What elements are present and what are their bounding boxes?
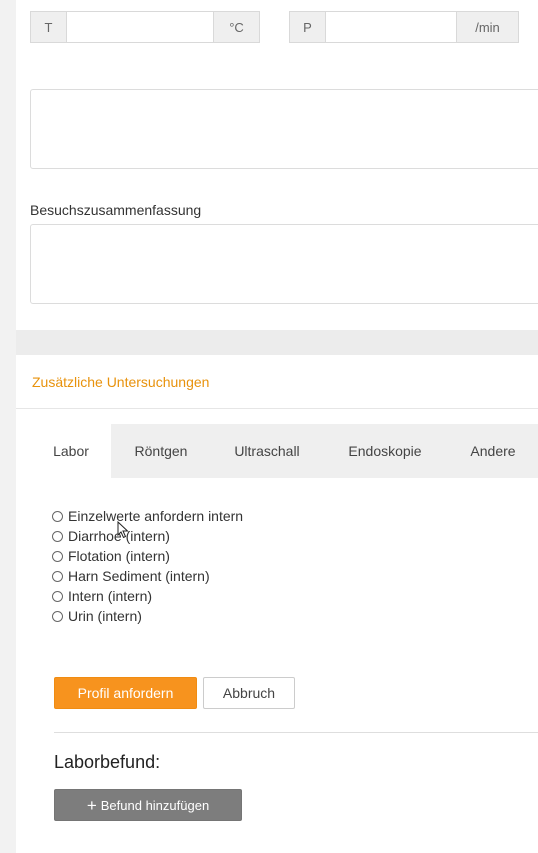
radio-button[interactable] [52,570,63,582]
radio-option[interactable]: Urin (intern) [52,606,243,626]
visit-summary-label: Besuchszusammenfassung [30,202,202,218]
radio-option[interactable]: Flotation (intern) [52,546,243,566]
lab-divider [54,732,538,733]
cancel-button[interactable]: Abbruch [203,677,295,709]
radio-button[interactable] [52,550,63,562]
pulse-label: P [290,12,326,42]
plus-icon: + [86,795,97,815]
visit-summary-textarea[interactable] [30,224,538,304]
tab-roentgen[interactable]: Röntgen [115,424,207,478]
radio-button[interactable] [52,530,63,542]
notes-textarea[interactable] [30,89,538,169]
add-finding-label: Befund hinzufügen [100,797,210,813]
section-separator [16,330,538,355]
add-finding-button[interactable]: + Befund hinzufügen [54,789,242,821]
pulse-input[interactable] [327,12,457,42]
section-divider [16,408,538,409]
radio-option[interactable]: Diarrhoe (intern) [52,526,243,546]
lab-findings-heading: Laborbefund: [54,752,161,772]
radio-button[interactable] [52,590,63,602]
radio-option-label: Urin (intern) [68,608,142,624]
request-profile-button[interactable]: Profil anfordern [54,677,197,709]
radio-option-label: Flotation (intern) [68,548,170,564]
temperature-unit: °C [213,12,259,42]
radio-option-label: Einzelwerte anfordern intern [68,508,244,524]
tab-andere[interactable]: Andere [455,424,531,478]
tab-labor[interactable]: Labor [31,424,111,478]
tab-ultraschall[interactable]: Ultraschall [217,424,317,478]
mouse-pointer-icon [117,521,129,539]
radio-option-label: Harn Sediment (intern) [68,568,210,584]
radio-option[interactable]: Harn Sediment (intern) [52,566,243,586]
tab-endoskopie[interactable]: Endoskopie [330,424,440,478]
radio-option[interactable]: Einzelwerte anfordern intern [52,506,243,526]
radio-button[interactable] [52,610,63,622]
radio-button[interactable] [52,510,63,522]
radio-option[interactable]: Intern (intern) [52,586,243,606]
radio-option-label: Intern (intern) [68,588,153,604]
temperature-input-group: T °C [30,11,260,43]
pulse-input-group: P /min [289,11,519,43]
pulse-unit: /min [456,12,518,42]
temperature-label: T [31,12,67,42]
profile-radio-list: Einzelwerte anfordern intern Diarrhoe (i… [52,506,243,626]
section-title: Zusätzliche Untersuchungen [32,374,210,390]
